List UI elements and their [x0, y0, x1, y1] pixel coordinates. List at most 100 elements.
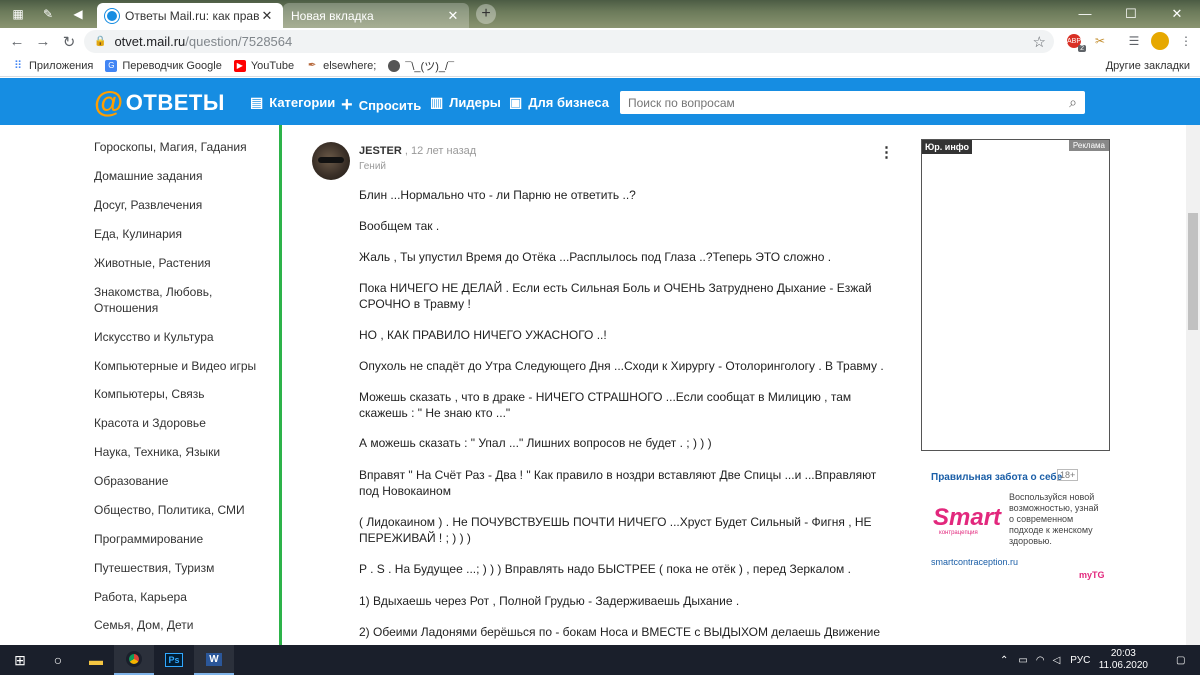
site-search[interactable]: ⌕: [620, 91, 1085, 114]
close-window-button[interactable]: ✕: [1154, 0, 1200, 28]
category-link[interactable]: Еда, Кулинария: [94, 226, 182, 242]
answer-time: , 12 лет назад: [404, 145, 477, 157]
system-clock[interactable]: 20:03 11.06.2020: [1099, 648, 1148, 672]
pinned-tab-1[interactable]: ▦: [6, 4, 30, 24]
category-link[interactable]: Гороскопы, Магия, Гадания: [94, 139, 247, 155]
extension-icon[interactable]: ✂: [1090, 31, 1110, 51]
close-tab-icon[interactable]: ✕: [259, 8, 275, 24]
answer-paragraph: P . S . На Будущее ...; ) ) ) Вправлять …: [359, 562, 851, 576]
tab-title: Ответы Mail.ru: как правильно в: [125, 8, 259, 23]
category-link[interactable]: Путешествия, Туризм: [94, 560, 214, 576]
author-avatar[interactable]: [312, 142, 350, 180]
google-translate-icon: G: [105, 59, 118, 72]
nav-label: Лидеры: [449, 95, 501, 110]
ad-info-label: Юр. инфо: [922, 140, 973, 154]
category-link[interactable]: Животные, Растения: [94, 255, 211, 271]
scrollbar-thumb[interactable]: [1188, 213, 1198, 330]
more-options-icon[interactable]: ⋮: [879, 143, 894, 161]
promo-text: Воспользуйся новой возможностью, узнай о…: [1009, 492, 1099, 546]
bookmark-apps[interactable]: ⠿ Приложения: [12, 60, 93, 73]
reading-list-icon[interactable]: ☰: [1124, 31, 1144, 51]
answer-author: JESTER , 12 лет назад: [359, 145, 476, 157]
windows-start-icon[interactable]: ⊞: [0, 645, 40, 675]
category-link[interactable]: Знакомства, Любовь, Отношения: [94, 284, 254, 316]
category-sidebar: Гороскопы, Магия, Гадания Домашние задан…: [0, 125, 282, 645]
bookmark-label: ¯\_(ツ)_/¯: [405, 60, 455, 73]
notifications-icon[interactable]: ▢: [1176, 645, 1185, 675]
category-link[interactable]: Семья, Дом, Дети: [94, 617, 193, 633]
nav-categories[interactable]: ▤ Категории: [250, 94, 335, 111]
category-link[interactable]: Наука, Техника, Языки: [94, 444, 220, 460]
category-link[interactable]: Компьютерные и Видео игры: [94, 358, 256, 374]
network-icon[interactable]: ◠: [1036, 655, 1045, 666]
mailru-favicon-icon: [105, 8, 119, 23]
language-indicator[interactable]: РУС: [1070, 655, 1090, 666]
photoshop-icon[interactable]: Ps: [154, 645, 194, 675]
answer-paragraph: 2) Обеими Ладонями берёшься по - бокам Н…: [359, 625, 881, 639]
category-link[interactable]: Компьютеры, Связь: [94, 386, 205, 402]
answer-paragraph: Блин ...Нормально что - ли Парню не отве…: [359, 188, 636, 202]
ad-label: Реклама: [1068, 140, 1109, 151]
bookmark-star-icon[interactable]: ☆: [1033, 33, 1046, 51]
category-link[interactable]: Досуг, Развлечения: [94, 197, 202, 213]
other-bookmarks[interactable]: Другие закладки: [1106, 60, 1190, 72]
answer-paragraph: Вправят " На Счёт Раз - Два ! " Как прав…: [359, 468, 877, 498]
category-link[interactable]: Работа, Карьера: [94, 589, 187, 605]
forward-icon[interactable]: →: [30, 30, 56, 54]
menu-kebab-icon[interactable]: ⋮: [1176, 31, 1196, 51]
back-icon[interactable]: ←: [4, 30, 30, 54]
page-scrollbar[interactable]: [1186, 125, 1200, 645]
answer-paragraph: А можешь сказать : " Упал ..." Лишних во…: [359, 436, 712, 450]
bookmark-translate[interactable]: G Переводчик Google: [105, 59, 222, 72]
pinned-tab-2[interactable]: ✎: [36, 4, 60, 24]
category-link[interactable]: Программирование: [94, 531, 203, 547]
plus-icon: +: [341, 94, 353, 116]
answer-paragraph: Можешь сказать , что в драке - НИЧЕГО СТ…: [359, 390, 852, 420]
promo-url[interactable]: smartcontraception.ru: [931, 557, 1018, 567]
chrome-icon[interactable]: [114, 645, 154, 675]
category-link[interactable]: Общество, Политика, СМИ: [94, 502, 245, 518]
main-content: Гороскопы, Магия, Гадания Домашние задан…: [0, 125, 1200, 645]
nav-business[interactable]: ▣ Для бизнеса: [509, 94, 609, 111]
reload-icon[interactable]: ↻: [56, 30, 82, 54]
volume-icon[interactable]: ◁: [1053, 655, 1061, 666]
search-input[interactable]: [628, 95, 1070, 110]
ad-network-logo: myTG: [1079, 570, 1105, 580]
adblock-extension-icon[interactable]: ABP 2: [1064, 31, 1086, 52]
clock-date: 11.06.2020: [1098, 660, 1148, 671]
nav-leaders[interactable]: ▥ Лидеры: [430, 94, 501, 111]
nav-label: Для бизнеса: [528, 95, 609, 110]
promo-title[interactable]: Правильная забота о себе: [931, 472, 1062, 483]
search-icon[interactable]: ○: [38, 645, 78, 675]
address-bar[interactable]: 🔒 otvet.mail.ru /question/7528564 ☆: [84, 30, 1054, 53]
answer-paragraph: Опухоль не спадёт до Утра Следующего Дня…: [359, 359, 884, 373]
search-icon[interactable]: ⌕: [1069, 94, 1077, 111]
nav-ask[interactable]: + Спросить: [341, 94, 421, 117]
category-link[interactable]: Красота и Здоровье: [94, 415, 206, 431]
close-tab-icon[interactable]: ✕: [445, 8, 461, 24]
word-icon[interactable]: W: [194, 645, 234, 675]
bookmark-elsewhere[interactable]: ✒ elsewhere;: [306, 60, 376, 72]
bookmark-youtube[interactable]: ▶ YouTube: [233, 59, 294, 72]
category-link[interactable]: Образование: [94, 473, 168, 489]
browser-toolbar: ← → ↻ 🔒 otvet.mail.ru /question/7528564 …: [0, 28, 1200, 55]
promo-ad[interactable]: Правильная забота о себе 18+ Smart контр…: [921, 462, 1110, 592]
lock-icon[interactable]: 🔒: [94, 36, 106, 47]
profile-avatar[interactable]: [1150, 31, 1170, 51]
file-explorer-icon[interactable]: ▬: [76, 645, 116, 675]
tab-otvety[interactable]: Ответы Mail.ru: как правильно в ✕: [97, 3, 283, 28]
new-tab-button[interactable]: +: [476, 4, 496, 24]
bookmark-shrug[interactable]: ¯\_(ツ)_/¯: [388, 58, 454, 74]
category-link[interactable]: Искусство и Культура: [94, 329, 214, 345]
author-name[interactable]: JESTER: [359, 145, 402, 157]
tray-expand-icon[interactable]: ⌃: [1000, 655, 1008, 666]
category-link[interactable]: Домашние задания: [94, 168, 203, 184]
pinned-tab-3[interactable]: ◀: [66, 4, 90, 24]
nav-label: Категории: [269, 95, 336, 110]
minimize-button[interactable]: —: [1062, 0, 1108, 28]
ad-banner[interactable]: Юр. инфо Реклама: [921, 139, 1110, 451]
tab-new[interactable]: Новая вкладка ✕: [283, 3, 469, 28]
battery-icon[interactable]: ▭: [1018, 655, 1027, 666]
maximize-button[interactable]: ☐: [1108, 0, 1154, 28]
site-logo[interactable]: @ ОТВЕТЫ: [94, 88, 225, 118]
